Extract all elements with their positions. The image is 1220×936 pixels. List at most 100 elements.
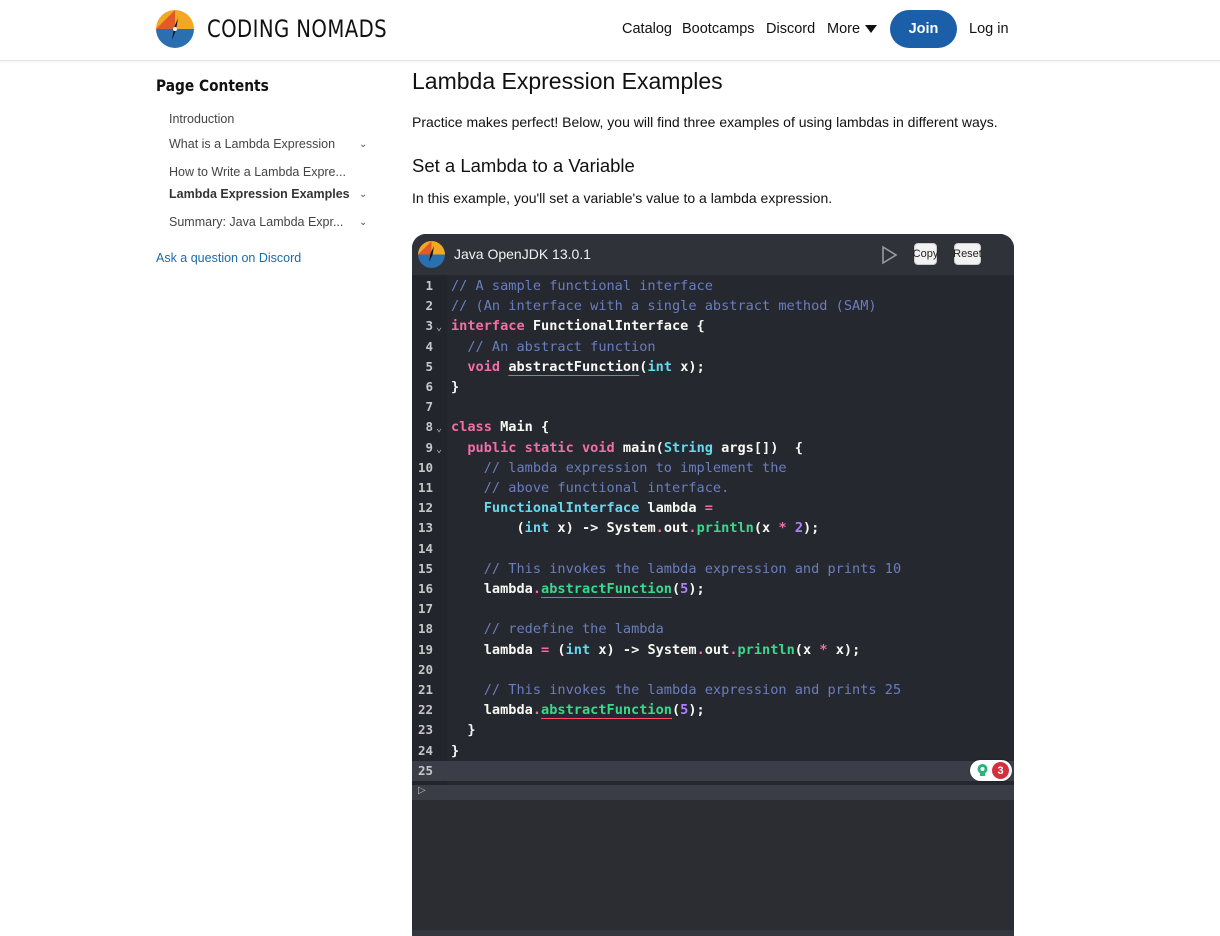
code-line[interactable]: 17 bbox=[412, 599, 1014, 619]
code-line[interactable]: 13 (int x) -> System.out.println(x * 2); bbox=[412, 518, 1014, 538]
editor-title: Java OpenJDK 13.0.1 bbox=[454, 246, 591, 262]
line-number: 1 bbox=[425, 278, 433, 293]
code-text: lambda.abstractFunction(5); bbox=[451, 702, 705, 719]
line-number: 22 bbox=[417, 702, 433, 718]
sidebar-item-introduction[interactable]: Introduction bbox=[169, 112, 369, 126]
code-line[interactable]: 14 bbox=[412, 539, 1014, 559]
code-line[interactable]: 23 } bbox=[412, 720, 1014, 740]
code-line[interactable]: 3 ⌄ interface FunctionalInterface { bbox=[412, 316, 1014, 336]
code-line[interactable]: 21 // This invokes the lambda expression… bbox=[412, 680, 1014, 700]
line-number: 14 bbox=[417, 540, 433, 556]
code-line[interactable]: 19 lambda = (int x) -> System.out.printl… bbox=[412, 640, 1014, 660]
nav-bootcamps[interactable]: Bootcamps bbox=[682, 21, 755, 37]
line-number: 13 bbox=[417, 520, 433, 536]
page-contents-sidebar: Page Contents Introduction What is a Lam… bbox=[156, 76, 376, 265]
line-number: 21 bbox=[417, 682, 433, 697]
section-text: In this example, you'll set a variable's… bbox=[412, 190, 833, 206]
code-text: // This invokes the lambda expression an… bbox=[483, 682, 902, 698]
line-number: 5 bbox=[425, 358, 433, 374]
caret-down-icon bbox=[865, 25, 878, 33]
lightbulb-icon bbox=[977, 764, 988, 776]
fold-chevron-icon[interactable]: ⌄ bbox=[436, 419, 442, 439]
code-line[interactable]: 9 ⌄ public static void main(String args[]… bbox=[412, 438, 1014, 458]
code-text: // lambda expression to implement the bbox=[483, 459, 787, 476]
copy-button[interactable]: Copy bbox=[913, 243, 938, 265]
logo-text: CODING NOMADS bbox=[207, 15, 388, 43]
code-text: lambda = (int x) -> System.out.println(x… bbox=[451, 641, 861, 658]
discord-question-link[interactable]: Ask a question on Discord bbox=[156, 251, 301, 265]
code-text: interface FunctionalInterface { bbox=[451, 318, 705, 335]
line-number: 8 bbox=[425, 419, 433, 435]
code-text: // (An interface with a single abstract … bbox=[451, 298, 877, 315]
line-number: 2 bbox=[425, 298, 433, 314]
code-line[interactable]: 18 // redefine the lambda bbox=[412, 619, 1014, 639]
line-number: 12 bbox=[417, 500, 433, 516]
intro-text: Practice makes perfect! Below, you will … bbox=[412, 114, 998, 130]
code-line[interactable]: 2 // (An interface with a single abstract… bbox=[412, 296, 1014, 316]
code-text: // above functional interface. bbox=[483, 480, 730, 496]
line-number: 18 bbox=[417, 621, 433, 637]
chevron-down-icon[interactable]: ⌄ bbox=[359, 139, 367, 150]
line-number: 16 bbox=[417, 581, 433, 596]
code-text: // redefine the lambda bbox=[483, 621, 664, 638]
nav-more-dropdown[interactable]: More bbox=[827, 0, 878, 58]
line-number: 7 bbox=[425, 399, 433, 415]
output-console[interactable] bbox=[412, 800, 1014, 936]
code-line[interactable]: 24} bbox=[412, 741, 1014, 761]
code-line[interactable]: 25 bbox=[412, 760, 1014, 781]
language-logo-icon bbox=[418, 241, 445, 268]
line-number: 17 bbox=[417, 601, 433, 617]
code-line[interactable]: 6} bbox=[412, 377, 1014, 397]
join-button[interactable]: Join bbox=[890, 10, 957, 48]
sidebar-item-summary[interactable]: Summary: Java Lambda Expr... bbox=[169, 215, 369, 229]
code-text: // An abstract function bbox=[467, 338, 656, 355]
line-number: 4 bbox=[425, 338, 433, 354]
reset-button[interactable]: Reset bbox=[953, 243, 982, 265]
sidebar-title: Page Contents bbox=[156, 76, 269, 95]
line-number: 19 bbox=[417, 641, 433, 657]
line-number: 25 bbox=[417, 762, 433, 778]
console-prompt-icon: ▷ bbox=[418, 785, 426, 796]
site-header: CODING NOMADS Catalog Bootcamps Discord … bbox=[0, 0, 1220, 61]
code-text: // This invokes the lambda expression an… bbox=[483, 560, 902, 577]
code-line[interactable]: 22 lambda.abstractFunction(5); bbox=[412, 700, 1014, 720]
console-toolbar: ▷ bbox=[412, 785, 1014, 800]
issues-badge[interactable]: 3 bbox=[970, 760, 1012, 781]
code-line[interactable]: 11 // above functional interface. bbox=[412, 478, 1014, 498]
console-scrollbar[interactable] bbox=[412, 930, 1014, 936]
login-link[interactable]: Log in bbox=[969, 21, 1009, 37]
code-line[interactable]: 7 bbox=[412, 397, 1014, 417]
sidebar-item-what-is-lambda[interactable]: What is a Lambda Expression bbox=[169, 137, 369, 151]
code-line[interactable]: 4 // An abstract function bbox=[412, 337, 1014, 357]
chevron-down-icon[interactable]: ⌄ bbox=[359, 217, 367, 228]
code-text: // A sample functional interface bbox=[451, 278, 713, 294]
code-line[interactable]: 5 void abstractFunction(int x); bbox=[412, 357, 1014, 377]
code-area[interactable]: 1 // A sample functional interface 2 // (An… bbox=[412, 275, 1014, 785]
page-title: Lambda Expression Examples bbox=[412, 68, 723, 94]
nav-catalog[interactable]: Catalog bbox=[622, 21, 672, 37]
code-line[interactable]: 16 lambda.abstractFunction(5); bbox=[412, 579, 1014, 599]
code-editor-widget: Java OpenJDK 13.0.1 Copy Reset 1 // A sam… bbox=[412, 234, 1014, 936]
chevron-down-icon[interactable]: ⌄ bbox=[359, 189, 367, 200]
nav-discord[interactable]: Discord bbox=[766, 21, 815, 37]
code-text: } bbox=[451, 742, 460, 759]
line-number: 6 bbox=[425, 379, 433, 394]
code-line[interactable]: 20 bbox=[412, 660, 1014, 680]
code-line[interactable]: 8 ⌄ class Main { bbox=[412, 417, 1014, 437]
fold-chevron-icon[interactable]: ⌄ bbox=[436, 318, 442, 338]
sidebar-item-lambda-examples[interactable]: Lambda Expression Examples bbox=[169, 187, 369, 201]
line-number: 10 bbox=[417, 459, 433, 475]
sidebar-item-how-to-write[interactable]: How to Write a Lambda Expre... bbox=[169, 165, 369, 179]
issue-count: 3 bbox=[992, 762, 1009, 779]
code-text: } bbox=[451, 722, 476, 739]
code-line[interactable]: 1 // A sample functional interface bbox=[412, 276, 1014, 296]
fold-chevron-icon[interactable]: ⌄ bbox=[436, 440, 442, 460]
code-line[interactable]: 10 // lambda expression to implement the bbox=[412, 458, 1014, 478]
editor-header: Java OpenJDK 13.0.1 Copy Reset bbox=[412, 234, 1014, 275]
code-text: (int x) -> System.out.println(x * 2); bbox=[451, 520, 820, 537]
site-logo[interactable]: CODING NOMADS bbox=[156, 10, 427, 48]
code-text: void abstractFunction(int x); bbox=[467, 358, 705, 375]
code-line[interactable]: 15 // This invokes the lambda expression… bbox=[412, 559, 1014, 579]
run-play-icon[interactable] bbox=[879, 245, 899, 265]
code-line[interactable]: 12 FunctionalInterface lambda = bbox=[412, 498, 1014, 518]
